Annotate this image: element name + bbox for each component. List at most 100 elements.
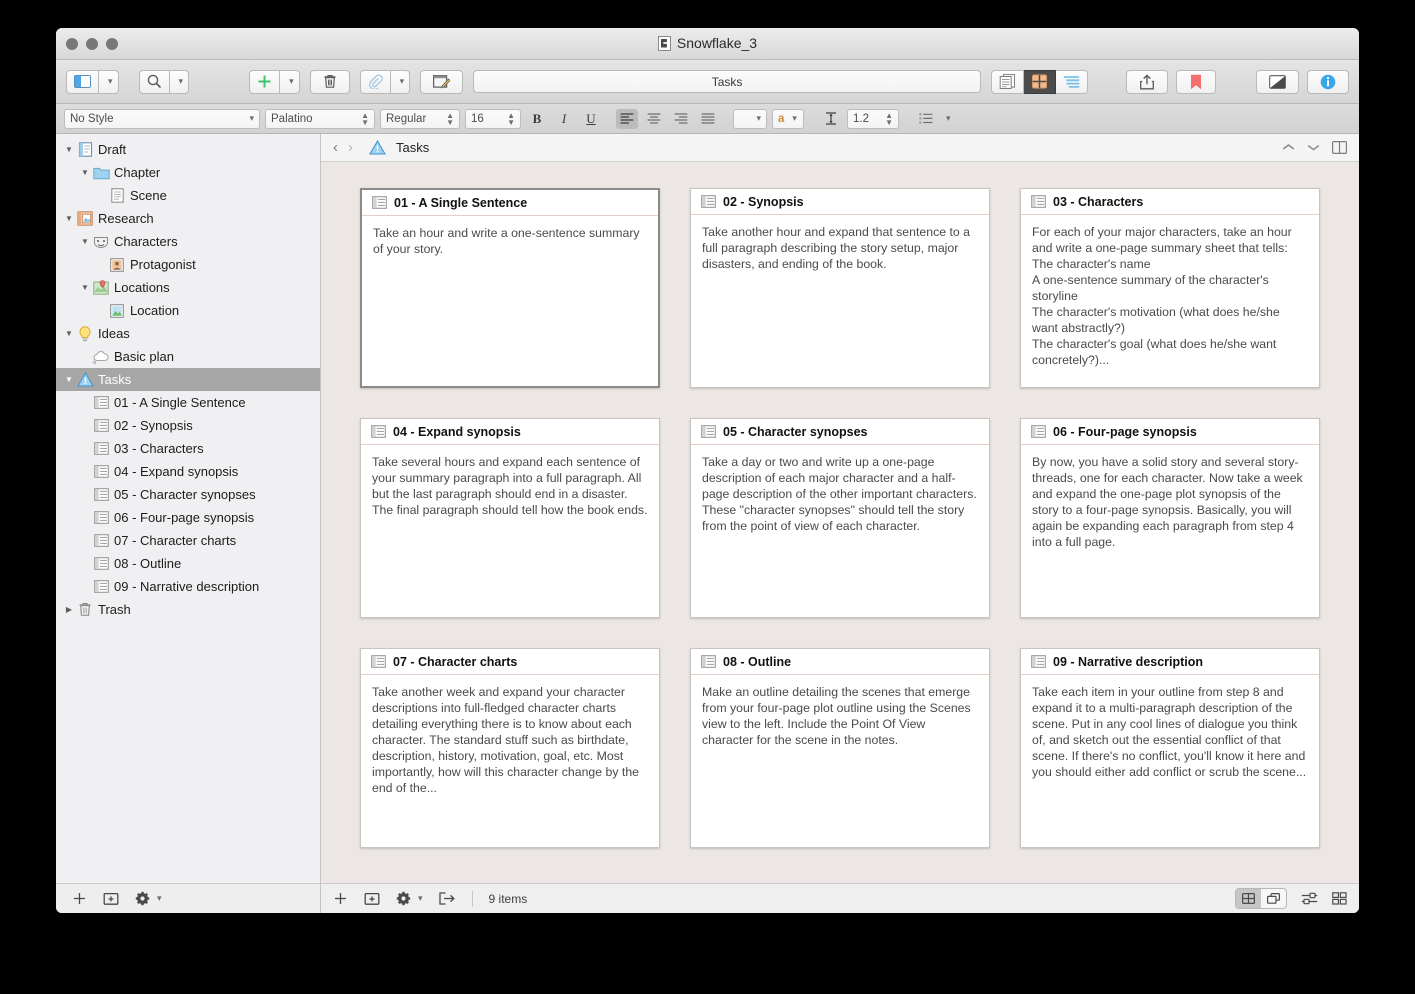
- sidebar-item-09-narrative-description[interactable]: 09 - Narrative description: [56, 575, 320, 598]
- sidebar-item-04-expand-synopsis[interactable]: 04 - Expand synopsis: [56, 460, 320, 483]
- add-dropdown[interactable]: ▾: [280, 69, 300, 94]
- font-weight-select[interactable]: Regular ▲ ▼: [380, 108, 460, 129]
- sidebar-item-chapter[interactable]: ▼ Chapter: [56, 161, 320, 184]
- search-dropdown[interactable]: ▾: [169, 69, 190, 94]
- index-card[interactable]: 05 - Character synopses Take a day or two…: [690, 418, 990, 618]
- sidebar-item-research[interactable]: ▼ Research: [56, 207, 320, 230]
- sidebar-item-protagonist[interactable]: Protagonist: [56, 253, 320, 276]
- sidebar-item-02-synopsis[interactable]: 02 - Synopsis: [56, 414, 320, 437]
- align-left-button[interactable]: [616, 108, 638, 129]
- align-right-button[interactable]: [670, 109, 692, 129]
- forward-button[interactable]: ›: [348, 139, 353, 156]
- sidebar-item-06-four-page-synopsis[interactable]: 06 - Four-page synopsis: [56, 506, 320, 529]
- disclosure-triangle-closed[interactable]: ▶: [62, 605, 76, 614]
- search-button[interactable]: [138, 69, 170, 94]
- view-layout-group[interactable]: ▾: [66, 69, 119, 94]
- index-card[interactable]: 09 - Narrative description Take each item…: [1020, 648, 1320, 848]
- index-card-synopsis[interactable]: Take another week and expand your charac…: [361, 675, 659, 847]
- font-family-select[interactable]: Palatino ▲ ▼: [265, 108, 375, 129]
- bookmark-button[interactable]: [1176, 69, 1216, 94]
- disclosure-triangle-open[interactable]: ▼: [62, 329, 76, 338]
- index-card[interactable]: 04 - Expand synopsis Take several hours a…: [360, 418, 660, 618]
- settings-button[interactable]: ▾: [135, 891, 162, 906]
- sidebar-item-scene[interactable]: Scene: [56, 184, 320, 207]
- index-card[interactable]: 06 - Four-page synopsis By now, you have …: [1020, 418, 1320, 618]
- title-field[interactable]: Tasks: [473, 70, 981, 93]
- sidebar-item-location[interactable]: Location: [56, 299, 320, 322]
- disclosure-triangle-open[interactable]: ▼: [62, 375, 76, 384]
- add-document-button[interactable]: [333, 891, 348, 906]
- bold-button[interactable]: B: [526, 109, 548, 129]
- export-button[interactable]: [438, 892, 456, 905]
- font-size-select[interactable]: 16 ▲ ▼: [465, 108, 521, 129]
- add-group[interactable]: ▾: [249, 69, 300, 94]
- index-card-synopsis[interactable]: Take an hour and write a one-sentence su…: [362, 216, 658, 386]
- split-editor-button[interactable]: [1332, 141, 1347, 154]
- inspector-info-button[interactable]: [1307, 69, 1349, 94]
- align-center-button[interactable]: [643, 109, 665, 129]
- card-view-button[interactable]: [1236, 889, 1261, 908]
- compose-button[interactable]: [420, 69, 464, 94]
- attach-group[interactable]: ▾: [359, 69, 411, 94]
- sidebar-item-01-a-single-sentence[interactable]: 01 - A Single Sentence: [56, 391, 320, 414]
- freeform-arrange-button[interactable]: [1301, 892, 1318, 905]
- sidebar-item-locations[interactable]: ▼ Locations: [56, 276, 320, 299]
- corkboard-view-button[interactable]: [1024, 69, 1056, 94]
- sidebar-item-trash[interactable]: ▶ Trash: [56, 598, 320, 621]
- view-mode-group[interactable]: [991, 69, 1088, 94]
- index-card[interactable]: 07 - Character charts Take another week a…: [360, 648, 660, 848]
- card-style-segment[interactable]: [1235, 888, 1287, 909]
- index-card[interactable]: 03 - Characters For each of your major ch…: [1020, 188, 1320, 388]
- align-justify-button[interactable]: [697, 109, 719, 129]
- sidebar-item-ideas[interactable]: ▼ Ideas: [56, 322, 320, 345]
- list-button[interactable]: [915, 109, 937, 129]
- disclosure-triangle-open[interactable]: ▼: [78, 283, 92, 292]
- share-button[interactable]: [1126, 69, 1168, 94]
- sidebar-item-draft[interactable]: ▼ Draft: [56, 138, 320, 161]
- sidebar-item-07-character-charts[interactable]: 07 - Character charts: [56, 529, 320, 552]
- disclosure-triangle-open[interactable]: ▼: [62, 145, 76, 154]
- index-card-synopsis[interactable]: Take each item in your outline from step…: [1021, 675, 1319, 847]
- sidebar-item-03-characters[interactable]: 03 - Characters: [56, 437, 320, 460]
- disclosure-triangle-open[interactable]: ▼: [78, 237, 92, 246]
- attach-dropdown[interactable]: ▾: [390, 69, 411, 94]
- index-card-synopsis[interactable]: Take a day or two and write up a one-pag…: [691, 445, 989, 617]
- view-layout-dropdown[interactable]: ▾: [99, 69, 119, 94]
- add-item-button[interactable]: [72, 891, 87, 906]
- search-group[interactable]: ▾: [138, 69, 190, 94]
- highlight-color-select[interactable]: ▾: [733, 108, 767, 129]
- paragraph-style-select[interactable]: No Style ▾: [64, 108, 260, 129]
- add-button[interactable]: [249, 69, 281, 94]
- sidebar-item-08-outline[interactable]: 08 - Outline: [56, 552, 320, 575]
- stack-view-button[interactable]: [1261, 889, 1286, 908]
- sidebar-item-characters[interactable]: ▼ Characters: [56, 230, 320, 253]
- previous-document-button[interactable]: [1282, 143, 1295, 152]
- index-card[interactable]: 01 - A Single Sentence Take an hour and w…: [360, 188, 660, 388]
- index-card-synopsis[interactable]: By now, you have a solid story and sever…: [1021, 445, 1319, 617]
- next-document-button[interactable]: [1307, 143, 1320, 152]
- underline-button[interactable]: U: [580, 109, 602, 129]
- outliner-view-button[interactable]: [1056, 69, 1088, 94]
- index-card-synopsis[interactable]: Take another hour and expand that senten…: [691, 215, 989, 387]
- grid-arrange-button[interactable]: [1332, 892, 1347, 905]
- index-card-synopsis[interactable]: Take several hours and expand each sente…: [361, 445, 659, 617]
- attach-button[interactable]: [359, 69, 391, 94]
- toggle-inspector-button[interactable]: [1256, 69, 1299, 94]
- disclosure-triangle-open[interactable]: ▼: [62, 214, 76, 223]
- sidebar-item-tasks[interactable]: ▼ Tasks: [56, 368, 320, 391]
- scrivenings-view-button[interactable]: [991, 69, 1024, 94]
- index-card[interactable]: 02 - Synopsis Take another hour and expan…: [690, 188, 990, 388]
- trash-button[interactable]: [309, 69, 350, 94]
- index-card-synopsis[interactable]: For each of your major characters, take …: [1021, 215, 1319, 387]
- italic-button[interactable]: I: [553, 109, 575, 129]
- sidebar-item-basic-plan[interactable]: Basic plan: [56, 345, 320, 368]
- line-spacing-select[interactable]: 1.2 ▲ ▼: [847, 108, 899, 129]
- index-card[interactable]: 08 - Outline Make an outline detailing th…: [690, 648, 990, 848]
- settings-button[interactable]: ▾: [396, 891, 423, 906]
- back-button[interactable]: ‹: [333, 139, 338, 156]
- corkboard[interactable]: 01 - A Single Sentence Take an hour and w…: [321, 162, 1359, 883]
- text-color-select[interactable]: a ▾: [772, 108, 804, 129]
- binder-tree[interactable]: ▼ Draft ▼ Chapter Scene ▼ Research ▼ Characters P…: [56, 134, 320, 883]
- add-folder-button[interactable]: [364, 891, 380, 906]
- list-dropdown-chevron-icon[interactable]: ▾: [946, 113, 951, 124]
